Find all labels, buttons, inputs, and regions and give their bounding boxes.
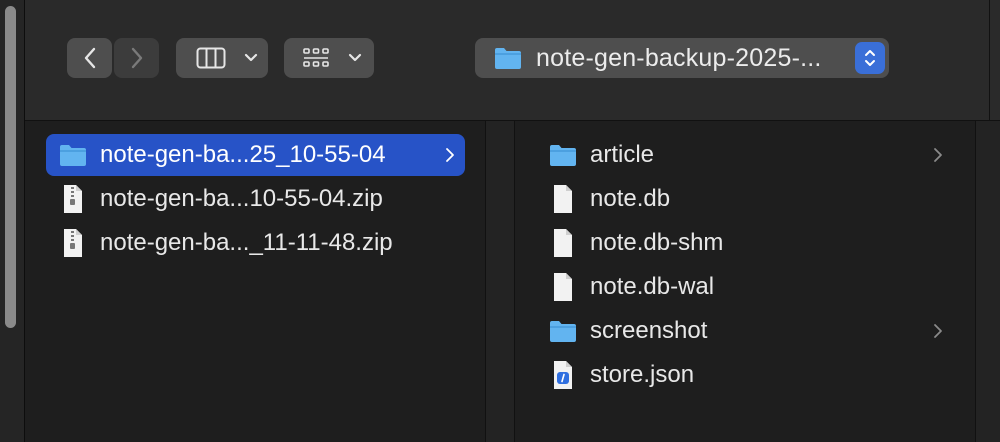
columns-view-icon [196,47,226,69]
file-icon [548,184,578,214]
chevron-right-icon [933,310,943,352]
file-icon [548,272,578,302]
up-down-chevron-icon [865,50,875,66]
zip-file-icon [58,228,88,258]
chevron-down-icon [348,53,362,62]
sidebar-scroll-strip [0,0,25,442]
item-name: note-gen-ba...10-55-04.zip [100,185,383,212]
list-item-folder[interactable]: screenshot [536,310,955,352]
list-item-file[interactable]: store.json [536,354,955,396]
list-item-file[interactable]: note.db-shm [536,222,955,264]
file-icon [548,228,578,258]
toolbar-edge [989,0,1000,120]
path-stepper[interactable] [855,42,885,74]
list-item-file[interactable]: note.db-wal [536,266,955,308]
chevron-right-icon [933,134,943,176]
chevron-left-icon [84,47,95,69]
item-name: note.db-shm [590,229,724,256]
view-columns-button[interactable] [176,38,268,78]
zip-file-icon [58,184,88,214]
list-item-selected-folder[interactable]: note-gen-ba...25_10-55-04 [46,134,465,176]
list-item[interactable]: note-gen-ba...10-55-04.zip [46,178,465,220]
json-file-icon [548,360,578,390]
browser-column-2: article note.db note.db-shm note.db-wal … [515,121,976,442]
item-name: note.db [590,185,671,212]
list-item[interactable]: note-gen-ba..._11-11-48.zip [46,222,465,264]
column-resize-strip[interactable] [486,121,515,442]
chevron-right-icon [445,134,455,176]
folder-icon [548,316,578,346]
item-name: note-gen-ba..._11-11-48.zip [100,229,393,256]
toolbar: note-gen-backup-2025-... [25,0,1000,121]
path-popup-button[interactable]: note-gen-backup-2025-... [475,38,889,78]
scrollbar-thumb[interactable] [5,6,16,328]
item-name: screenshot [590,317,708,344]
grid-group-icon [303,48,329,67]
browser-column-1: note-gen-ba...25_10-55-04 note-gen-ba...… [25,121,486,442]
folder-icon [495,48,521,69]
item-name: store.json [590,361,695,388]
chevron-down-icon [244,53,258,62]
list-item-folder[interactable]: article [536,134,955,176]
item-name: note.db-wal [590,273,715,300]
group-view-button[interactable] [284,38,374,78]
forward-button[interactable] [114,38,159,78]
chevron-right-icon [131,47,142,69]
item-name: note-gen-ba...25_10-55-04 [100,141,386,168]
list-item-file[interactable]: note.db [536,178,955,220]
folder-icon [58,140,88,170]
browser-column-3 [976,121,1000,442]
folder-icon [548,140,578,170]
item-name: article [590,141,655,168]
back-button[interactable] [67,38,112,78]
path-label: note-gen-backup-2025-... [536,43,822,72]
